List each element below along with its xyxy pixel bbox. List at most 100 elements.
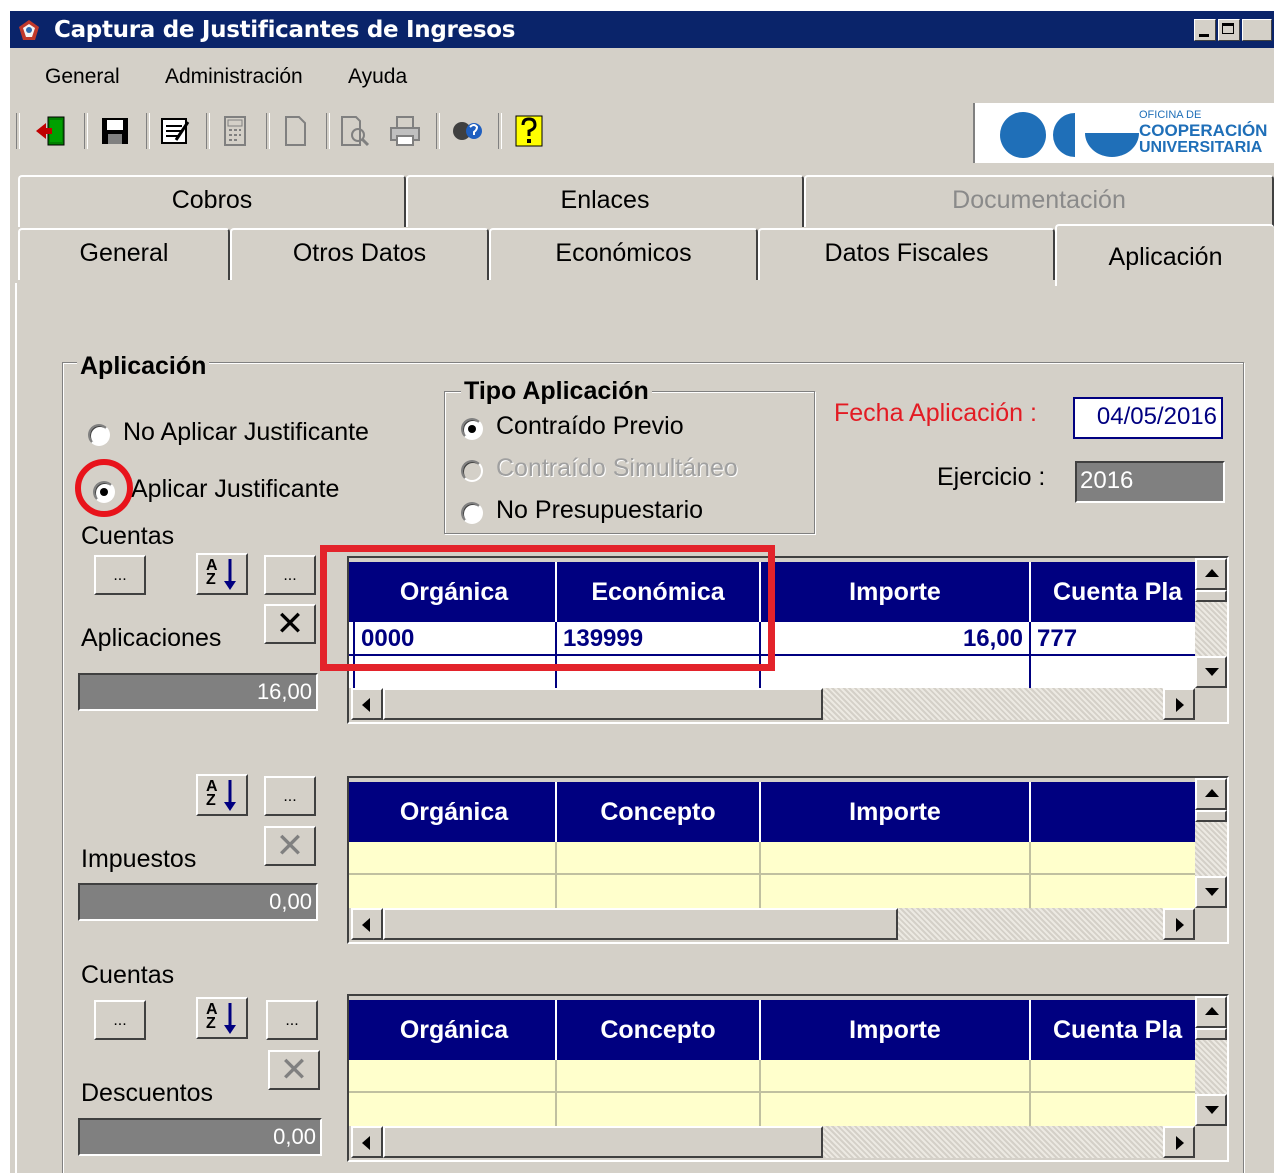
menu-general[interactable]: General xyxy=(45,65,120,89)
print-preview-icon[interactable] xyxy=(338,114,372,148)
table-row[interactable] xyxy=(349,842,1195,875)
radio-aplicar-label: Aplicar Justificante xyxy=(131,475,340,503)
column-header[interactable]: Importe xyxy=(761,1000,1031,1060)
scroll-down-arrow[interactable] xyxy=(1195,656,1227,688)
minimize-button[interactable] xyxy=(1194,19,1216,41)
scroll-left-arrow[interactable] xyxy=(351,908,383,940)
column-header[interactable]: Importe xyxy=(761,562,1031,622)
scroll-down-arrow[interactable] xyxy=(1195,876,1227,908)
sort-button[interactable]: A Z xyxy=(196,553,248,595)
tab-economicos[interactable]: Económicos xyxy=(489,228,758,280)
toolbar-separator xyxy=(206,113,210,149)
help-icon[interactable] xyxy=(512,114,546,148)
table-row[interactable] xyxy=(349,1093,1195,1126)
impuestos-lookup-button[interactable]: ... xyxy=(264,776,316,816)
scroll-down-arrow[interactable] xyxy=(1195,1094,1227,1126)
table-row[interactable] xyxy=(349,875,1195,908)
scroll-right-arrow[interactable] xyxy=(1163,1126,1195,1158)
logo-text-line3: UNIVERSITARIA xyxy=(1139,139,1263,156)
aplicaciones-lookup-button[interactable]: ... xyxy=(264,555,316,595)
horizontal-scrollbar[interactable] xyxy=(351,1126,1195,1158)
ejercicio-label: Ejercicio : xyxy=(937,463,1046,491)
column-header[interactable] xyxy=(1031,782,1211,842)
cell-empty xyxy=(761,1093,1031,1126)
scroll-thumb[interactable] xyxy=(1195,1028,1227,1040)
tab-general[interactable]: General xyxy=(18,228,230,280)
calculator-icon[interactable] xyxy=(218,114,252,148)
descuentos-lookup-button[interactable]: ... xyxy=(266,1000,318,1040)
scroll-right-arrow[interactable] xyxy=(1163,908,1195,940)
scroll-left-arrow[interactable] xyxy=(351,688,383,720)
descuentos-grid[interactable]: Orgánica Concepto Importe Cuenta Pla xyxy=(347,994,1229,1162)
column-header[interactable]: Concepto xyxy=(557,782,761,842)
menu-ayuda[interactable]: Ayuda xyxy=(348,65,407,89)
edit-document-icon[interactable] xyxy=(158,114,192,148)
table-row[interactable] xyxy=(349,1060,1195,1093)
save-icon[interactable] xyxy=(98,114,132,148)
aplicaciones-label: Aplicaciones xyxy=(81,624,222,652)
descuentos-total: 0,00 xyxy=(78,1118,322,1156)
tab-aplicacion[interactable]: Aplicación xyxy=(1055,224,1274,286)
vertical-scrollbar[interactable] xyxy=(1195,558,1227,688)
column-header[interactable]: Orgánica xyxy=(353,782,557,842)
cuentas-descuentos-lookup-button[interactable]: ... xyxy=(94,1000,146,1040)
sort-button[interactable]: A Z xyxy=(196,774,248,816)
app-icon xyxy=(19,20,39,40)
tab-documentacion[interactable]: Documentación xyxy=(804,175,1274,227)
toolbar-separator xyxy=(16,113,20,149)
cuentas-lookup-button[interactable]: ... xyxy=(94,555,146,595)
aplicaciones-total: 16,00 xyxy=(78,673,318,711)
cell-importe[interactable]: 16,00 xyxy=(761,622,1031,654)
sort-button[interactable]: A Z xyxy=(196,997,248,1039)
column-header[interactable]: Orgánica xyxy=(353,1000,557,1060)
sort-arrow-icon xyxy=(224,559,236,590)
delete-impuesto-button[interactable]: ✕ xyxy=(264,826,316,866)
radio-no-aplicar-label: No Aplicar Justificante xyxy=(123,418,369,446)
horizontal-scrollbar[interactable] xyxy=(351,688,1195,720)
column-header[interactable]: Cuenta Pla xyxy=(1031,1000,1211,1060)
logo-mark xyxy=(1000,112,1139,158)
close-button[interactable] xyxy=(1242,19,1272,41)
cell-empty xyxy=(557,1060,761,1091)
radio-contraido-previo[interactable] xyxy=(461,418,483,440)
delete-aplicacion-button[interactable]: ✕ xyxy=(264,604,316,644)
vertical-scrollbar[interactable] xyxy=(1195,996,1227,1126)
scroll-thumb[interactable] xyxy=(383,1126,823,1158)
scroll-up-arrow[interactable] xyxy=(1195,558,1227,590)
toolbar-separator xyxy=(498,113,502,149)
impuestos-grid[interactable]: Orgánica Concepto Importe xyxy=(347,776,1229,944)
radio-no-aplicar[interactable] xyxy=(88,424,110,446)
radio-no-presupuestario[interactable] xyxy=(461,502,483,524)
tab-datos-fiscales[interactable]: Datos Fiscales xyxy=(758,228,1055,280)
fecha-aplicacion-label: Fecha Aplicación : xyxy=(834,399,1037,427)
tab-otros-datos[interactable]: Otros Datos xyxy=(230,228,489,280)
scroll-up-arrow[interactable] xyxy=(1195,778,1227,810)
scroll-up-arrow[interactable] xyxy=(1195,996,1227,1028)
scroll-thumb[interactable] xyxy=(1195,810,1227,822)
fecha-aplicacion-input[interactable]: 04/05/2016 xyxy=(1073,397,1223,439)
tab-cobros[interactable]: Cobros xyxy=(18,175,406,227)
scroll-thumb[interactable] xyxy=(1195,590,1227,602)
scroll-thumb[interactable] xyxy=(383,908,898,940)
maximize-button[interactable] xyxy=(1218,19,1240,41)
column-header[interactable]: Concepto xyxy=(557,1000,761,1060)
new-document-icon[interactable] xyxy=(278,114,312,148)
sort-arrow-icon xyxy=(224,1003,236,1034)
print-icon[interactable] xyxy=(388,114,422,148)
delete-descuento-button[interactable]: ✕ xyxy=(268,1050,320,1090)
help-context-icon[interactable] xyxy=(450,114,484,148)
tab-enlaces[interactable]: Enlaces xyxy=(406,175,804,227)
scroll-left-arrow[interactable] xyxy=(351,1126,383,1158)
cell-cuenta[interactable]: 777 xyxy=(1031,622,1201,654)
column-header[interactable]: Cuenta Pla xyxy=(1031,562,1211,622)
cell-empty xyxy=(761,1060,1031,1091)
vertical-scrollbar[interactable] xyxy=(1195,778,1227,908)
horizontal-scrollbar[interactable] xyxy=(351,908,1195,940)
column-header[interactable]: Importe xyxy=(761,782,1031,842)
menu-administracion[interactable]: Administración xyxy=(165,65,303,89)
scroll-thumb[interactable] xyxy=(383,688,823,720)
annotation-circle xyxy=(75,459,133,517)
radio-no-presupuestario-label: No Presupuestario xyxy=(496,496,704,524)
scroll-right-arrow[interactable] xyxy=(1163,688,1195,720)
exit-icon[interactable] xyxy=(34,114,68,148)
